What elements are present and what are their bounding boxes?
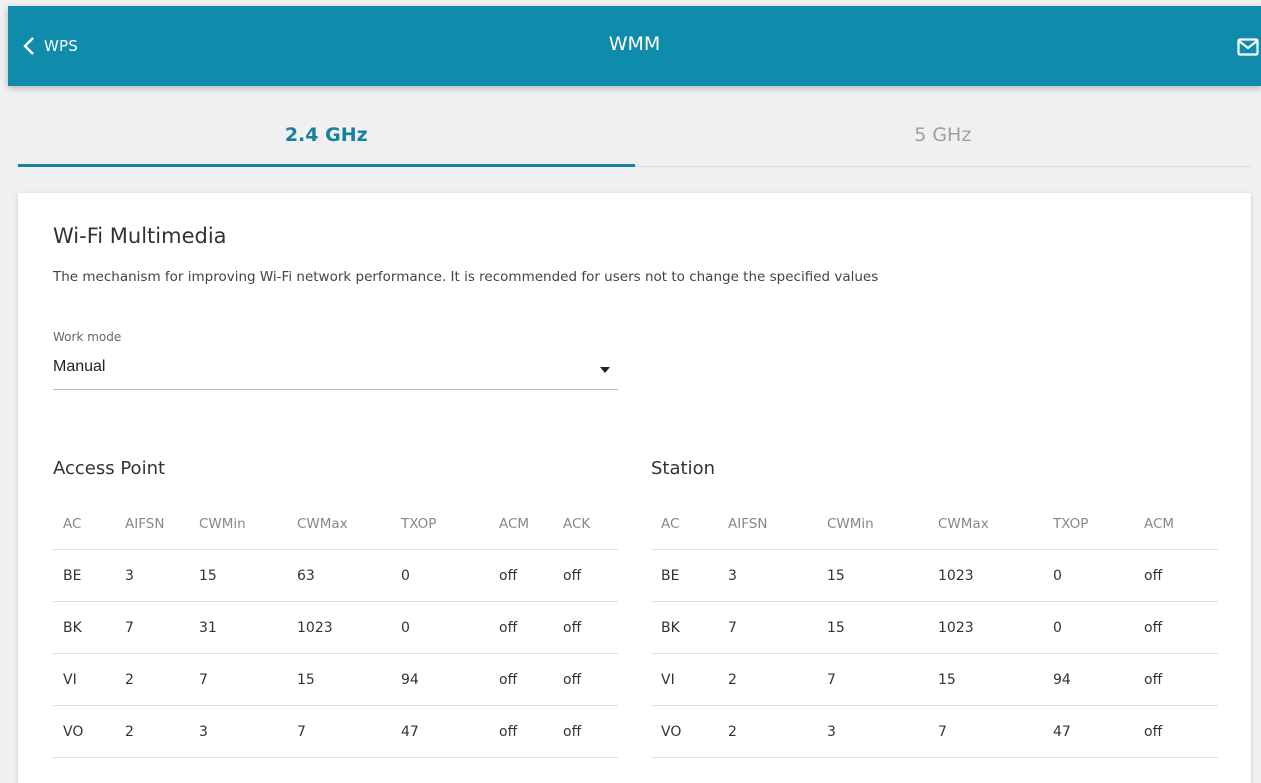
- table-cell: 3: [827, 723, 836, 740]
- top-bar: WPS WMM: [8, 6, 1261, 86]
- column-header: CWMin: [199, 515, 246, 532]
- table-cell: BK: [63, 619, 82, 636]
- table-cell: 1023: [938, 567, 974, 584]
- column-header: TXOP: [1053, 515, 1089, 532]
- column-header: CWMax: [938, 515, 989, 532]
- table-cell: 7: [728, 619, 737, 636]
- table-row: VI 2 7 15 94 off: [651, 654, 1218, 706]
- table-cell: 47: [1053, 723, 1071, 740]
- table-cell: off: [1144, 567, 1163, 584]
- table-cell: 31: [199, 619, 217, 636]
- table-row: VI 2 7 15 94 off off: [53, 654, 618, 706]
- table-cell: 2: [728, 671, 737, 688]
- access-point-title: Access Point: [53, 458, 166, 479]
- table-cell: 63: [297, 567, 315, 584]
- table-cell: 15: [827, 619, 845, 636]
- work-mode-value: Manual: [53, 358, 106, 375]
- table-row: VO 2 3 7 47 off off: [53, 706, 618, 758]
- table-header: AC AIFSN CWMin CWMax TXOP ACM ACK: [53, 498, 618, 550]
- work-mode-label: Work mode: [53, 330, 122, 344]
- column-header: ACK: [563, 515, 591, 532]
- table-cell: off: [563, 723, 582, 740]
- table-cell: 94: [401, 671, 419, 688]
- chevron-down-icon: [600, 367, 610, 373]
- table-cell: off: [1144, 723, 1163, 740]
- table-cell: 15: [827, 567, 845, 584]
- table-cell: BK: [661, 619, 680, 636]
- table-cell: VO: [661, 723, 682, 740]
- table-cell: 0: [1053, 619, 1062, 636]
- tab-5ghz[interactable]: 5 GHz: [635, 104, 1252, 166]
- table-cell: 2: [728, 723, 737, 740]
- table-cell: off: [563, 619, 582, 636]
- column-header: AC: [63, 515, 82, 532]
- table-cell: BE: [63, 567, 82, 584]
- table-row: BK 7 31 1023 0 off off: [53, 602, 618, 654]
- card-description: The mechanism for improving Wi-Fi networ…: [53, 269, 879, 285]
- table-cell: off: [499, 723, 518, 740]
- wmm-card: Wi-Fi Multimedia The mechanism for impro…: [18, 193, 1251, 783]
- table-cell: VI: [63, 671, 77, 688]
- page-title: WMM: [608, 33, 661, 55]
- table-cell: 2: [125, 723, 134, 740]
- table-cell: 7: [297, 723, 306, 740]
- table-header: AC AIFSN CWMin CWMax TXOP ACM: [651, 498, 1218, 550]
- column-header: CWMax: [297, 515, 348, 532]
- access-point-table: AC AIFSN CWMin CWMax TXOP ACM ACK BE 3 1…: [53, 498, 618, 758]
- table-cell: off: [1144, 671, 1163, 688]
- column-header: AIFSN: [728, 515, 768, 532]
- table-cell: 15: [199, 567, 217, 584]
- table-cell: off: [1144, 619, 1163, 636]
- table-cell: 47: [401, 723, 419, 740]
- table-cell: 3: [728, 567, 737, 584]
- table-cell: 7: [199, 671, 208, 688]
- table-cell: 1023: [938, 619, 974, 636]
- table-cell: off: [499, 619, 518, 636]
- table-cell: off: [563, 671, 582, 688]
- card-title: Wi-Fi Multimedia: [53, 224, 227, 248]
- table-cell: BE: [661, 567, 680, 584]
- table-cell: 0: [401, 567, 410, 584]
- column-header: CWMin: [827, 515, 874, 532]
- table-cell: 3: [199, 723, 208, 740]
- table-cell: 0: [401, 619, 410, 636]
- table-cell: VO: [63, 723, 84, 740]
- table-row: VO 2 3 7 47 off: [651, 706, 1218, 758]
- table-cell: 3: [125, 567, 134, 584]
- column-header: ACM: [499, 515, 530, 532]
- table-cell: 0: [1053, 567, 1062, 584]
- table-cell: 15: [297, 671, 315, 688]
- band-tabs: 2.4 GHz 5 GHz: [18, 104, 1251, 167]
- table-cell: 94: [1053, 671, 1071, 688]
- station-title: Station: [651, 458, 715, 479]
- table-cell: off: [499, 671, 518, 688]
- column-header: ACM: [1144, 515, 1175, 532]
- station-table: AC AIFSN CWMin CWMax TXOP ACM BE 3 15 10…: [651, 498, 1218, 758]
- mail-icon[interactable]: [1237, 37, 1259, 57]
- column-header: AIFSN: [125, 515, 165, 532]
- table-cell: 7: [125, 619, 134, 636]
- table-cell: off: [563, 567, 582, 584]
- table-cell: off: [499, 567, 518, 584]
- tab-2-4ghz[interactable]: 2.4 GHz: [18, 104, 635, 167]
- table-cell: 2: [125, 671, 134, 688]
- table-cell: 15: [938, 671, 956, 688]
- column-header: TXOP: [401, 515, 437, 532]
- table-cell: 1023: [297, 619, 333, 636]
- table-row: BE 3 15 1023 0 off: [651, 550, 1218, 602]
- table-cell: VI: [661, 671, 675, 688]
- work-mode-select[interactable]: Manual: [53, 353, 618, 390]
- column-header: AC: [661, 515, 680, 532]
- table-row: BK 7 15 1023 0 off: [651, 602, 1218, 654]
- table-cell: 7: [938, 723, 947, 740]
- table-row: BE 3 15 63 0 off off: [53, 550, 618, 602]
- table-cell: 7: [827, 671, 836, 688]
